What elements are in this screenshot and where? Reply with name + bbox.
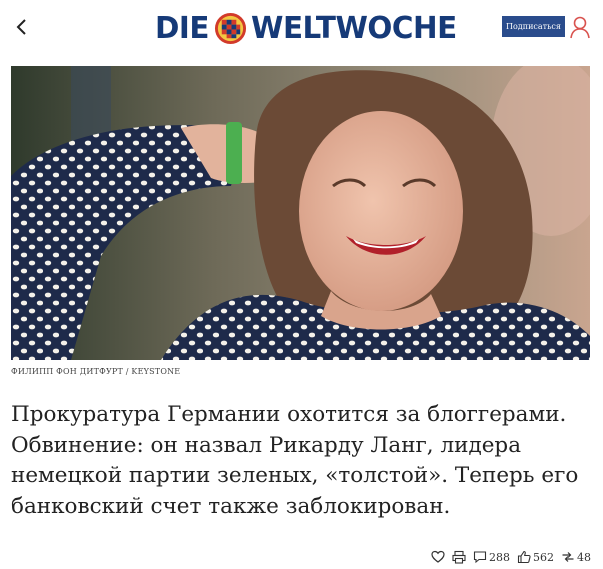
repost-icon: [562, 552, 574, 562]
comments-button[interactable]: 288: [473, 550, 510, 564]
likes-count: 562: [533, 550, 554, 564]
print-button[interactable]: [452, 550, 466, 564]
hero-image: [11, 66, 590, 360]
logo-text-right: WELTWOCHE: [251, 10, 457, 46]
site-logo[interactable]: DIE WELTWOCHE: [155, 8, 461, 48]
favorite-button[interactable]: [431, 550, 445, 564]
comments-count: 288: [489, 550, 510, 564]
photo-caption: ФИЛИПП ФОН ДИТФУРТ / KEYSTONE: [11, 367, 181, 376]
top-bar: DIE WELTWOCHE Подписаться: [0, 0, 603, 58]
print-icon: [452, 550, 466, 564]
back-button[interactable]: [10, 12, 34, 42]
logo-text-left: DIE: [155, 10, 209, 46]
article-headline[interactable]: Прокуратура Германии охотится за блоггер…: [11, 400, 596, 522]
article-actions: 288 562 48: [431, 549, 591, 565]
comment-icon: [473, 551, 487, 564]
subscribe-button[interactable]: Подписаться: [502, 16, 565, 37]
repost-button[interactable]: 48: [561, 550, 591, 564]
thumbs-up-icon: [517, 550, 531, 564]
chevron-left-icon: [16, 19, 26, 35]
heart-icon: [431, 550, 445, 563]
user-icon[interactable]: [569, 15, 591, 39]
reposts-count: 48: [577, 550, 591, 564]
like-button[interactable]: 562: [517, 550, 554, 564]
logo-emblem-icon: [215, 12, 247, 44]
